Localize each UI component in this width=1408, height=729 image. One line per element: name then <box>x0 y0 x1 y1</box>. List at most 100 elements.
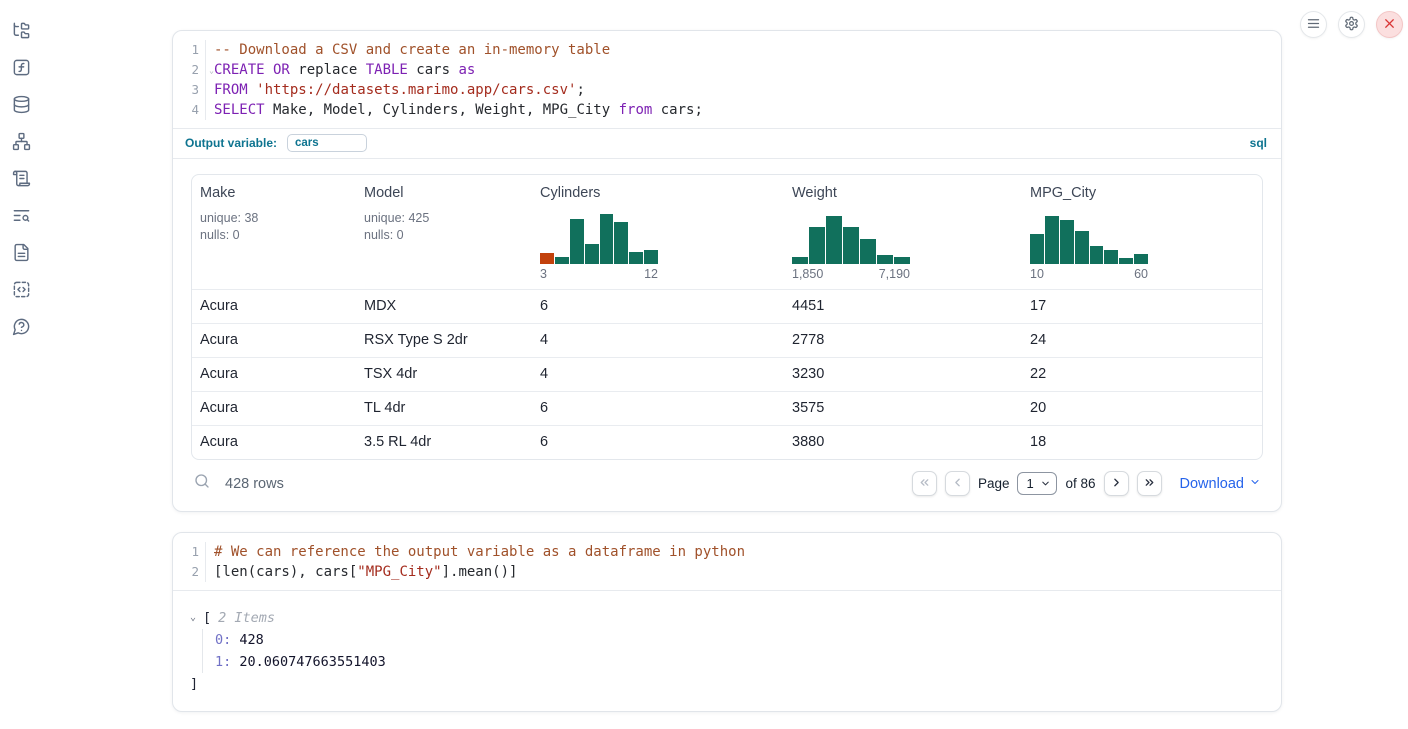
column-header-mpg-city[interactable]: MPG_City 1060 <box>1022 175 1262 289</box>
scroll-text-icon <box>12 169 31 191</box>
histogram-bar <box>877 255 893 264</box>
histogram-bar <box>1045 216 1059 264</box>
mpg-city-histogram: 10 60 <box>1030 214 1148 281</box>
histogram-bar <box>1075 231 1089 264</box>
sql-comment: -- Download a CSV and create an in-memor… <box>214 42 610 58</box>
chevron-down-icon <box>1249 476 1261 492</box>
fold-chevron-icon[interactable]: ⌄ <box>209 61 214 81</box>
datasources-button[interactable] <box>11 96 31 116</box>
table-row: Acura3.5 RL 4dr6388018 <box>192 425 1262 459</box>
line-number: 2⌄ <box>173 60 206 80</box>
output-variable-input[interactable] <box>287 134 367 152</box>
code-line: 2⌄ CREATE OR replace TABLE cars as <box>173 60 1281 80</box>
items-count-label: 2 Items <box>218 607 275 629</box>
first-page-button[interactable] <box>912 471 937 496</box>
download-button[interactable]: Download <box>1180 476 1262 492</box>
page-number-select[interactable]: 1 <box>1017 472 1057 495</box>
histogram-bar <box>555 257 569 264</box>
histogram-bar <box>1104 250 1118 264</box>
table-header: Make unique: 38nulls: 0 Model unique: 42… <box>192 175 1262 289</box>
tree-entry: 1: 20.060747663551403 <box>215 651 1263 673</box>
table-row: AcuraTSX 4dr4323022 <box>192 357 1262 391</box>
language-badge[interactable]: sql <box>1250 136 1267 150</box>
data-table: Make unique: 38nulls: 0 Model unique: 42… <box>191 174 1263 460</box>
menu-button[interactable] <box>1300 11 1327 38</box>
logs-button[interactable] <box>11 207 31 227</box>
tree-children: 0: 428 1: 20.060747663551403 <box>202 629 1263 673</box>
shutdown-button[interactable] <box>1376 11 1403 38</box>
next-page-button[interactable] <box>1104 471 1129 496</box>
page-total-label: of 86 <box>1065 476 1095 491</box>
dependency-graph-button[interactable] <box>11 133 31 153</box>
gear-icon <box>1344 16 1359 34</box>
database-icon <box>12 95 31 117</box>
snippets-button[interactable] <box>11 281 31 301</box>
folder-tree-icon <box>12 21 31 43</box>
chevron-left-icon <box>951 476 964 492</box>
help-button[interactable] <box>11 318 31 338</box>
table-row: AcuraRSX Type S 2dr4277824 <box>192 323 1262 357</box>
histogram-bar <box>843 227 859 264</box>
histogram-bar <box>1134 254 1148 264</box>
bracket-open: [ <box>203 607 211 629</box>
search-icon[interactable] <box>193 472 211 495</box>
line-number: 2 <box>173 562 206 582</box>
table-row: AcuraTL 4dr6357520 <box>192 391 1262 425</box>
histogram-bar <box>540 253 554 264</box>
hist-max-label: 7,190 <box>879 267 910 281</box>
close-icon <box>1382 16 1397 34</box>
output-variable-label: Output variable: <box>185 136 277 150</box>
column-stats: unique: 38nulls: 0 <box>200 210 348 244</box>
chevrons-right-icon <box>1143 476 1156 492</box>
last-page-button[interactable] <box>1137 471 1162 496</box>
documentation-button[interactable] <box>11 244 31 264</box>
table-footer: 428 rows Page 1 of 86 Download <box>191 471 1263 496</box>
function-square-icon <box>12 58 31 80</box>
code-line: 4 SELECT Make, Model, Cylinders, Weight,… <box>173 100 1281 120</box>
hist-min-label: 1,850 <box>792 267 823 281</box>
histogram-bar <box>894 257 910 264</box>
code-line: 2 [len(cars), cars["MPG_City"].mean()] <box>173 562 1281 582</box>
sql-cell-output: Make unique: 38nulls: 0 Model unique: 42… <box>173 158 1281 511</box>
sql-string: 'https://datasets.marimo.app/cars.csv' <box>256 82 576 98</box>
network-icon <box>12 132 31 154</box>
previous-page-button[interactable] <box>945 471 970 496</box>
column-header-weight[interactable]: Weight 1,8507,190 <box>784 175 1022 289</box>
sql-code-editor[interactable]: 1 -- Download a CSV and create an in-mem… <box>173 31 1281 128</box>
notebook: 1 -- Download a CSV and create an in-mem… <box>172 30 1282 712</box>
output-variable-row: Output variable: sql <box>173 128 1281 158</box>
histogram-bar <box>614 222 628 264</box>
table-row: AcuraMDX6445117 <box>192 289 1262 323</box>
chevron-down-icon <box>1040 478 1051 489</box>
histogram-bar <box>600 214 614 264</box>
hist-max-label: 60 <box>1134 267 1148 281</box>
hist-max-label: 12 <box>644 267 658 281</box>
settings-button[interactable] <box>1338 11 1365 38</box>
histogram-bar <box>792 257 808 264</box>
collapse-chevron-icon[interactable]: ⌄ <box>190 607 203 629</box>
help-bubble-icon <box>12 317 31 339</box>
histogram-bar <box>644 250 658 264</box>
file-text-icon <box>12 243 31 265</box>
code-snippet-icon <box>12 280 31 302</box>
column-header-model[interactable]: Model unique: 425nulls: 0 <box>356 175 532 289</box>
file-explorer-button[interactable] <box>11 22 31 42</box>
hist-min-label: 3 <box>540 267 547 281</box>
line-number: 3 <box>173 80 206 100</box>
code-line: 1 -- Download a CSV and create an in-mem… <box>173 40 1281 60</box>
variables-button[interactable] <box>11 59 31 79</box>
scratchpad-button[interactable] <box>11 170 31 190</box>
hamburger-menu-icon <box>1306 16 1321 34</box>
column-stats: unique: 425nulls: 0 <box>364 210 524 244</box>
histogram-bar <box>1090 246 1104 264</box>
python-code-editor[interactable]: 1 # We can reference the output variable… <box>173 533 1281 590</box>
code-line: 1 # We can reference the output variable… <box>173 542 1281 562</box>
histogram-bar <box>1030 234 1044 264</box>
table-body: AcuraMDX6445117 AcuraRSX Type S 2dr42778… <box>192 289 1262 459</box>
row-count: 428 rows <box>225 476 284 492</box>
hist-min-label: 10 <box>1030 267 1044 281</box>
histogram-bar <box>629 252 643 264</box>
bracket-close: ] <box>190 673 1263 695</box>
column-header-cylinders[interactable]: Cylinders 312 <box>532 175 784 289</box>
column-header-make[interactable]: Make unique: 38nulls: 0 <box>192 175 356 289</box>
